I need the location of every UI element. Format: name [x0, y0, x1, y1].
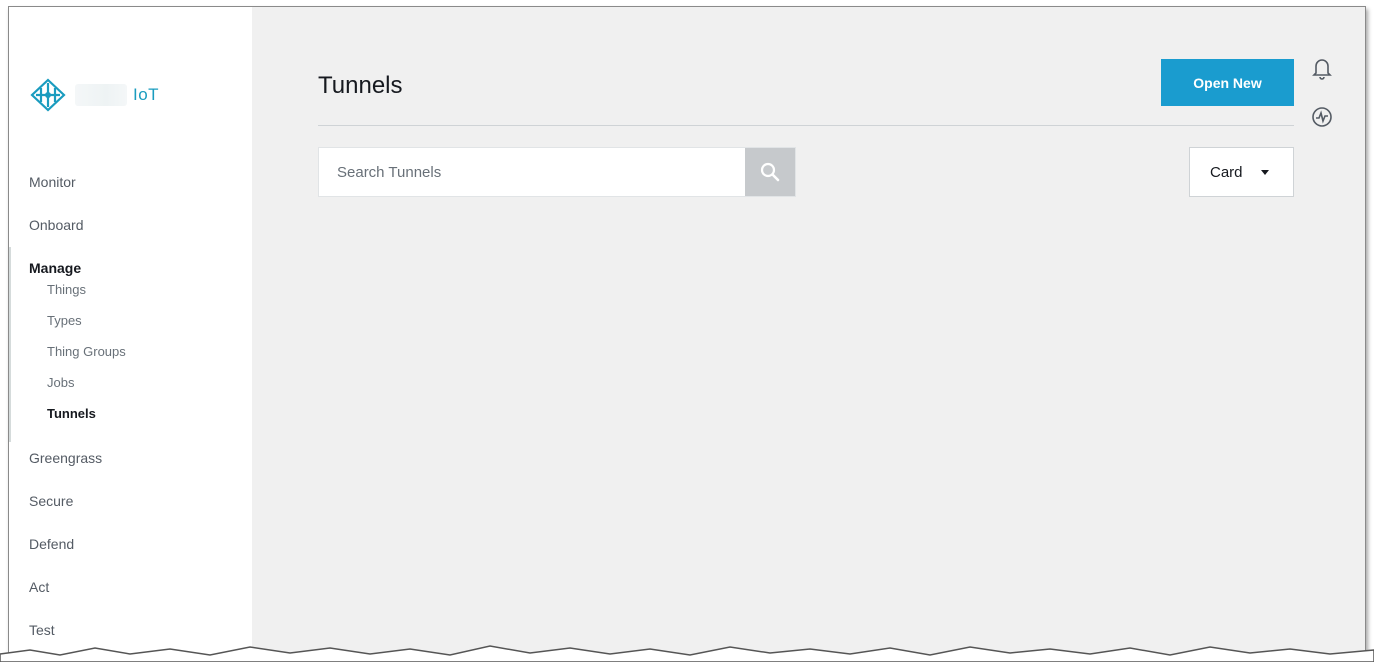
- torn-edge-decoration: [0, 645, 1374, 662]
- sidebar-item-act[interactable]: Act: [29, 574, 239, 617]
- sidebar-item-defend[interactable]: Defend: [29, 531, 239, 574]
- sidebar-item-secure[interactable]: Secure: [29, 488, 239, 531]
- chevron-down-icon: [1260, 169, 1269, 175]
- sidebar-item-onboard[interactable]: Onboard: [29, 212, 239, 255]
- sidebar-nav: Monitor Onboard Manage Things Types Thin…: [29, 169, 239, 655]
- manage-section-rail: [9, 247, 11, 442]
- search-icon: [760, 162, 780, 182]
- sidebar-item-manage[interactable]: Manage: [29, 255, 239, 281]
- sidebar-item-greengrass[interactable]: Greengrass: [29, 445, 239, 488]
- brand-name: IoT: [133, 85, 160, 104]
- sidebar-subitem-jobs[interactable]: Jobs: [29, 374, 239, 405]
- sidebar-subitem-things[interactable]: Things: [29, 281, 239, 312]
- console-window: IoT Monitor Onboard Manage Things Types …: [8, 6, 1366, 656]
- sidebar-subitem-tunnels[interactable]: Tunnels: [29, 405, 239, 445]
- view-mode-select[interactable]: Card: [1189, 147, 1294, 197]
- header-divider: [318, 125, 1294, 126]
- page-title: Tunnels: [318, 72, 403, 99]
- brand-logo[interactable]: IoT: [27, 69, 177, 121]
- sidebar-subitem-types[interactable]: Types: [29, 312, 239, 343]
- sidebar-subitem-thing-groups[interactable]: Thing Groups: [29, 343, 239, 374]
- activity-pulse-icon[interactable]: [1310, 105, 1334, 129]
- iot-logo-icon: [30, 78, 66, 112]
- sidebar-item-monitor[interactable]: Monitor: [29, 169, 239, 212]
- open-new-button[interactable]: Open New: [1161, 59, 1294, 106]
- sidebar: IoT Monitor Onboard Manage Things Types …: [9, 7, 252, 655]
- search-bar: [318, 147, 796, 197]
- search-button[interactable]: [745, 148, 795, 196]
- notification-bell-icon[interactable]: [1310, 57, 1334, 81]
- view-mode-value: Card: [1210, 163, 1243, 181]
- main-content: Tunnels Open New Car: [252, 7, 1365, 655]
- logo-redacted-text: [75, 84, 127, 106]
- search-input[interactable]: [319, 148, 745, 196]
